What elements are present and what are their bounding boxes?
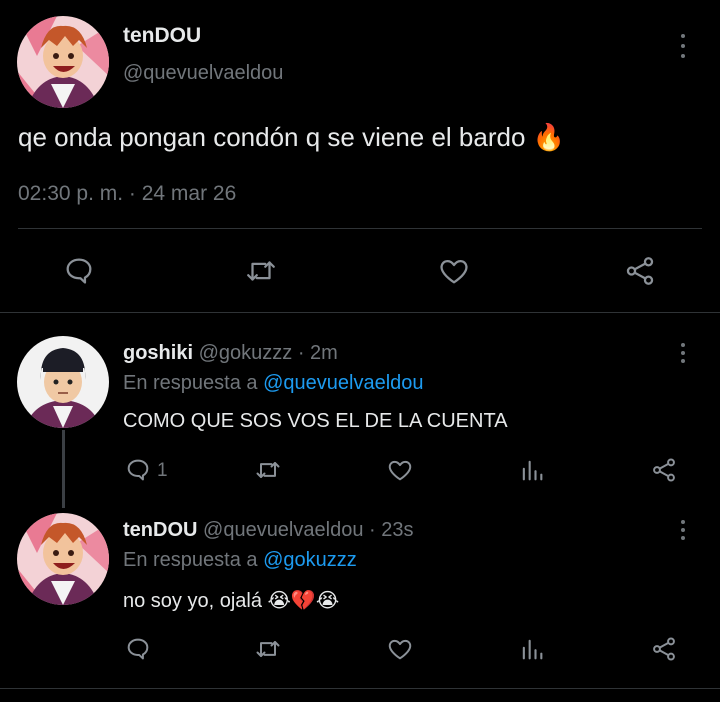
handle[interactable]: @quevuelvaeldou — [203, 519, 363, 541]
time-ago[interactable]: · 23s — [369, 519, 413, 541]
dot-icon — [681, 343, 685, 347]
avatar[interactable] — [17, 336, 109, 428]
reply-header: goshiki @gokuzzz · 2m — [123, 342, 338, 365]
section-divider — [0, 688, 720, 689]
tweet-text-body: qe onda pongan condón q se viene el bard… — [18, 122, 526, 152]
time-ago[interactable]: · 2m — [298, 342, 338, 364]
more-options-button[interactable] — [676, 520, 690, 540]
dot-icon — [681, 34, 685, 38]
dot-icon — [681, 351, 685, 355]
dot-icon — [681, 528, 685, 532]
reply-icon[interactable] — [62, 254, 96, 288]
share-icon[interactable] — [650, 456, 678, 484]
analytics-icon[interactable] — [518, 456, 546, 484]
dot-icon — [681, 54, 685, 58]
display-name[interactable]: tenDOU — [123, 24, 201, 48]
like-icon[interactable] — [437, 254, 471, 288]
reply-context: En respuesta a @quevuelvaeldou — [123, 372, 424, 395]
emoji-group: 😭💔😭 — [267, 590, 340, 612]
reply-prefix: En respuesta a — [123, 549, 258, 571]
retweet-icon[interactable] — [254, 635, 282, 663]
display-name[interactable]: tenDOU — [123, 519, 197, 541]
reply-prefix: En respuesta a — [123, 372, 258, 394]
share-icon[interactable] — [650, 635, 678, 663]
display-name[interactable]: goshiki — [123, 342, 193, 364]
timestamp-divider — [18, 228, 702, 229]
section-divider — [0, 312, 720, 313]
reply-icon[interactable] — [124, 635, 152, 663]
reply-to-link[interactable]: @gokuzzz — [263, 549, 357, 571]
analytics-icon[interactable] — [518, 635, 546, 663]
avatar[interactable] — [17, 513, 109, 605]
thread-line — [62, 430, 65, 508]
avatar[interactable] — [17, 16, 109, 108]
retweet-icon[interactable] — [254, 456, 282, 484]
handle[interactable]: @gokuzzz — [199, 342, 293, 364]
handle[interactable]: @quevuelvaeldou — [123, 62, 283, 85]
dot-icon — [681, 44, 685, 48]
dot-icon — [681, 536, 685, 540]
reply-text: no soy yo, ojalá — [123, 590, 262, 612]
retweet-icon[interactable] — [244, 254, 278, 288]
dot-icon — [681, 359, 685, 363]
tweet-text: qe onda pongan condón q se viene el bard… — [18, 122, 565, 153]
reply-text: COMO QUE SOS VOS EL DE LA CUENTA — [123, 410, 508, 432]
more-options-button[interactable] — [676, 343, 690, 363]
reply-to-link[interactable]: @quevuelvaeldou — [263, 372, 423, 394]
reply-icon[interactable] — [124, 456, 152, 484]
like-icon[interactable] — [386, 456, 414, 484]
reply-header: tenDOU @quevuelvaeldou · 23s — [123, 519, 413, 542]
like-icon[interactable] — [386, 635, 414, 663]
reply-text-row: no soy yo, ojalá 😭💔😭 — [123, 588, 339, 613]
dot-icon — [681, 520, 685, 524]
reply-context: En respuesta a @gokuzzz — [123, 549, 357, 572]
share-icon[interactable] — [623, 254, 657, 288]
fire-emoji: 🔥 — [532, 122, 566, 152]
timestamp[interactable]: 02:30 p. m. · 24 mar 26 — [18, 182, 236, 206]
reply-count: 1 — [157, 460, 168, 481]
more-options-button[interactable] — [676, 34, 690, 58]
